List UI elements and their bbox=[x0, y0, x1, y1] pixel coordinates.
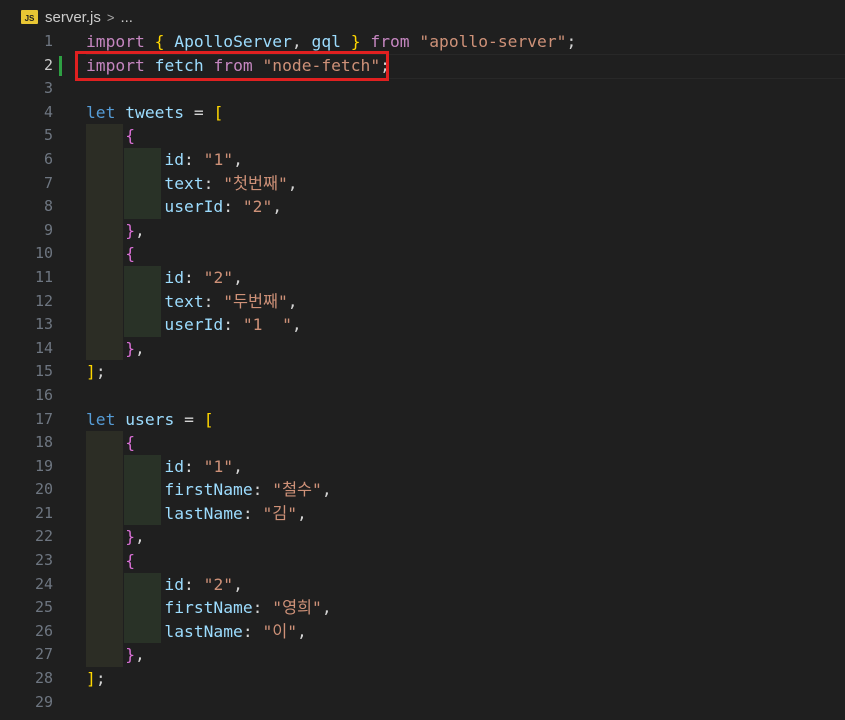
code-text: { bbox=[125, 244, 136, 264]
line-number: 6 bbox=[43, 149, 53, 168]
code-line[interactable]: 17 let users = [ bbox=[0, 408, 845, 432]
code-line[interactable]: 8 userId: "2", bbox=[0, 195, 845, 219]
code-line[interactable]: 19 id: "1", bbox=[0, 454, 845, 479]
code-text: id: "2", bbox=[164, 267, 243, 287]
line-number: 16 bbox=[34, 385, 53, 404]
line-number: 28 bbox=[34, 669, 53, 688]
code-line[interactable]: 10 { bbox=[0, 242, 845, 266]
line-number: 17 bbox=[34, 409, 53, 428]
code-line[interactable]: 29 bbox=[0, 691, 845, 715]
line-number: 22 bbox=[34, 527, 53, 546]
git-added-indicator bbox=[59, 55, 62, 76]
line-number: 1 bbox=[43, 32, 53, 50]
line-number: 29 bbox=[34, 692, 53, 711]
code-text: }, bbox=[125, 645, 145, 665]
line-number: 25 bbox=[34, 598, 53, 617]
code-line[interactable]: 16 bbox=[0, 384, 845, 408]
code-text: firstName: "철수", bbox=[164, 480, 332, 500]
code-line[interactable]: 5 { bbox=[0, 124, 845, 148]
code-line[interactable]: 27 }, bbox=[0, 643, 845, 668]
code-line[interactable]: 26 lastName: "이", bbox=[0, 619, 845, 644]
code-line[interactable]: 6 id: "1", bbox=[0, 147, 845, 172]
line-number: 12 bbox=[34, 291, 53, 310]
line-number: 14 bbox=[34, 338, 53, 357]
line-number: 19 bbox=[34, 456, 53, 475]
code-line[interactable]: 11 id: "2", bbox=[0, 265, 845, 290]
code-text: ]; bbox=[86, 362, 106, 382]
code-line[interactable]: 28 ]; bbox=[0, 667, 845, 691]
code-line[interactable]: 14 }, bbox=[0, 336, 845, 361]
code-line[interactable]: 15 ]; bbox=[0, 360, 845, 384]
code-line[interactable]: 9 }, bbox=[0, 218, 845, 243]
code-line[interactable]: 20 firstName: "철수", bbox=[0, 478, 845, 502]
line-number: 5 bbox=[43, 126, 53, 145]
chevron-right-icon: > bbox=[106, 9, 115, 25]
code-line[interactable]: 23 { bbox=[0, 549, 845, 573]
code-text: let users = [ bbox=[86, 409, 214, 429]
code-text: lastName: "김", bbox=[164, 503, 307, 523]
line-number: 27 bbox=[34, 645, 53, 664]
code-text: }, bbox=[125, 338, 145, 358]
javascript-file-icon: JS bbox=[21, 10, 38, 24]
code-text: text: "첫번째", bbox=[164, 173, 298, 193]
code-line[interactable]: 25 firstName: "영희", bbox=[0, 596, 845, 620]
breadcrumb: JS server.js > ... bbox=[0, 0, 845, 34]
code-text: { bbox=[125, 551, 136, 571]
code-text: text: "두번째", bbox=[164, 291, 298, 311]
code-line[interactable]: 12 text: "두번째", bbox=[0, 289, 845, 314]
code-text: id: "1", bbox=[164, 456, 243, 476]
code-text: }, bbox=[125, 220, 145, 240]
line-number: 10 bbox=[34, 244, 53, 263]
line-number: 4 bbox=[43, 102, 53, 121]
code-text: id: "1", bbox=[164, 149, 243, 169]
line-number: 24 bbox=[34, 574, 53, 593]
code-line[interactable]: 24 id: "2", bbox=[0, 572, 845, 597]
code-text: let tweets = [ bbox=[86, 102, 224, 122]
line-number: 20 bbox=[34, 480, 53, 499]
line-number: 8 bbox=[43, 197, 53, 216]
code-line[interactable]: 13 userId: "1 ", bbox=[0, 313, 845, 337]
breadcrumb-file[interactable]: server.js bbox=[45, 9, 101, 26]
line-number: 26 bbox=[34, 621, 53, 640]
line-number: 2 bbox=[43, 55, 53, 74]
code-text: }, bbox=[125, 527, 145, 547]
code-text: userId: "2", bbox=[164, 197, 283, 217]
breadcrumb-symbols[interactable]: ... bbox=[120, 9, 133, 26]
highlight-annotation-box bbox=[75, 51, 389, 81]
line-number: 11 bbox=[34, 267, 53, 286]
line-number: 9 bbox=[43, 220, 53, 239]
line-number: 21 bbox=[34, 503, 53, 522]
code-text: { bbox=[125, 126, 136, 146]
line-number: 3 bbox=[43, 79, 53, 98]
code-text: firstName: "영희", bbox=[164, 598, 332, 618]
code-line[interactable]: 7 text: "첫번째", bbox=[0, 171, 845, 196]
line-number: 7 bbox=[43, 173, 53, 192]
line-number: 18 bbox=[34, 433, 53, 452]
code-text: lastName: "이", bbox=[164, 621, 307, 641]
line-number: 15 bbox=[34, 362, 53, 381]
line-number: 13 bbox=[34, 315, 53, 334]
code-line[interactable]: 18 { bbox=[0, 431, 845, 455]
code-text: id: "2", bbox=[164, 574, 243, 594]
code-line[interactable]: 21 lastName: "김", bbox=[0, 501, 845, 526]
code-text: ]; bbox=[86, 669, 106, 689]
code-editor[interactable]: 1 import { ApolloServer, gql } from "apo… bbox=[0, 30, 845, 714]
code-line[interactable]: 4 let tweets = [ bbox=[0, 101, 845, 125]
line-number: 23 bbox=[34, 551, 53, 570]
code-text: { bbox=[125, 433, 136, 453]
code-text: userId: "1 ", bbox=[164, 315, 302, 335]
code-line[interactable]: 22 }, bbox=[0, 525, 845, 550]
